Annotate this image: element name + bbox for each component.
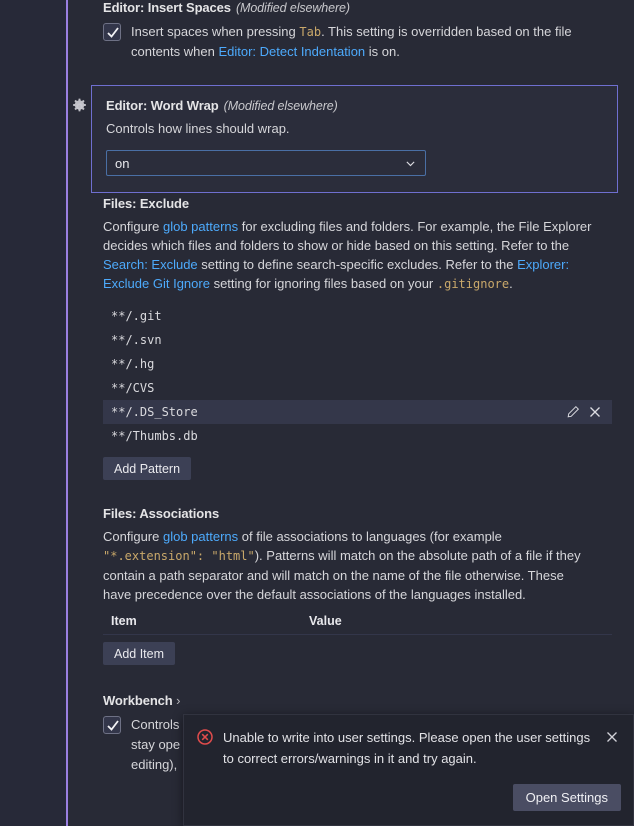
breadcrumb-separator: ›: [176, 693, 181, 708]
inline-link[interactable]: Editor: Detect Indentation: [218, 44, 365, 59]
inline-text: of file associations to languages (for e…: [238, 529, 502, 544]
inline-code: .gitignore: [436, 277, 510, 291]
chevron-down-icon: [406, 160, 415, 166]
notification-toast[interactable]: Unable to write into user settings. Plea…: [183, 714, 634, 826]
exclude-pattern-value: **/.hg: [111, 357, 155, 371]
add-item-button[interactable]: Add Item: [103, 642, 176, 665]
setting-title-text: Workbench: [103, 693, 173, 708]
setting-files-associations[interactable]: Files: Associations Configure glob patte…: [68, 506, 634, 665]
toast-message: Unable to write into user settings. Plea…: [223, 730, 591, 766]
files-associations-description: Configure glob patterns of file associat…: [103, 527, 595, 604]
inline-text: .: [509, 276, 513, 291]
error-circle-icon: [196, 728, 214, 746]
inline-text: Configure: [103, 529, 163, 544]
word-wrap-description: Controls how lines should wrap.: [106, 121, 290, 136]
exclude-pattern-row[interactable]: **/.DS_Store: [103, 400, 612, 424]
check-icon: [107, 720, 119, 731]
modified-elsewhere-note: (Modified elsewhere): [235, 1, 350, 15]
column-header-value: Value: [309, 614, 342, 628]
workbench-checkbox[interactable]: [103, 716, 121, 734]
left-gutter: [0, 0, 66, 826]
setting-files-exclude[interactable]: Files: Exclude Configure glob patterns f…: [68, 196, 634, 480]
inline-code: "*.extension": "html": [103, 549, 255, 563]
exclude-pattern-row[interactable]: **/Thumbs.db: [103, 424, 612, 448]
inline-text: is on.: [365, 44, 400, 59]
setting-title-text: Editor: Insert Spaces: [103, 0, 231, 15]
exclude-pattern-value: **/.git: [111, 309, 162, 323]
settings-editor-window: Editor: Insert Spaces (Modified elsewhere…: [0, 0, 634, 826]
insert-spaces-checkbox[interactable]: [103, 23, 121, 41]
setting-title: Files: Exclude: [103, 196, 190, 211]
toast-actions: Open Settings: [512, 784, 621, 811]
workbench-description-line: stay ope: [131, 737, 181, 752]
inline-link[interactable]: glob patterns: [163, 219, 238, 234]
setting-editor-insert-spaces[interactable]: Editor: Insert Spaces (Modified elsewhere…: [68, 0, 634, 62]
workbench-description-line: Controls: [131, 717, 180, 732]
setting-title: Workbench ›: [103, 693, 612, 708]
open-settings-button[interactable]: Open Settings: [512, 784, 621, 811]
exclude-pattern-value: **/.svn: [111, 333, 162, 347]
setting-editor-word-wrap[interactable]: Editor: Word Wrap (Modified elsewhere) Co…: [91, 85, 618, 193]
setting-title: Editor: Insert Spaces (Modified elsewhere…: [103, 0, 612, 15]
inline-link[interactable]: glob patterns: [163, 529, 238, 544]
setting-title-text: Editor: Word Wrap: [106, 98, 219, 113]
exclude-pattern-row[interactable]: **/.svn: [103, 328, 612, 352]
exclude-pattern-row[interactable]: **/.git: [103, 304, 612, 328]
gear-icon[interactable]: [71, 98, 88, 115]
setting-title: Files: Associations: [103, 506, 220, 521]
files-exclude-description: Configure glob patterns for excluding fi…: [103, 217, 595, 294]
associations-table[interactable]: Item Value: [103, 614, 612, 635]
edit-icon[interactable]: [564, 403, 582, 421]
inline-link[interactable]: Search: Exclude: [103, 257, 198, 272]
exclude-pattern-list[interactable]: **/.git **/.svn **/.hg **/CVS **/.DS_Store **…: [103, 304, 612, 448]
column-header-item: Item: [111, 614, 137, 628]
close-icon[interactable]: [603, 728, 621, 746]
add-pattern-button[interactable]: Add Pattern: [103, 457, 192, 480]
inline-text: setting to define search-specific exclud…: [197, 257, 518, 272]
word-wrap-select[interactable]: on: [106, 150, 426, 176]
close-icon[interactable]: [586, 403, 604, 421]
exclude-pattern-value: **/CVS: [111, 381, 155, 395]
inline-text: setting for ignoring files based on your: [209, 276, 437, 291]
exclude-pattern-value: **/.DS_Store: [111, 405, 198, 419]
table-header-row: Item Value: [103, 614, 612, 635]
inline-text: Configure: [103, 219, 163, 234]
workbench-description-line: editing),: [131, 757, 178, 772]
setting-title: Editor: Word Wrap (Modified elsewhere): [106, 98, 603, 113]
setting-checkbox-row[interactable]: Insert spaces when pressing Tab. This se…: [103, 22, 612, 62]
word-wrap-select-value: on: [115, 155, 130, 171]
exclude-pattern-row[interactable]: **/.hg: [103, 352, 612, 376]
toast-top-row: Unable to write into user settings. Plea…: [196, 727, 621, 769]
modified-elsewhere-note: (Modified elsewhere): [223, 99, 338, 113]
inline-text: Insert spaces when pressing: [131, 24, 300, 39]
exclude-pattern-row[interactable]: **/CVS: [103, 376, 612, 400]
check-icon: [107, 27, 119, 38]
exclude-pattern-value: **/Thumbs.db: [111, 429, 198, 443]
insert-spaces-description: Insert spaces when pressing Tab. This se…: [131, 22, 601, 62]
inline-code: Tab: [299, 25, 322, 39]
workbench-description: Controls stay ope editing),: [131, 715, 180, 775]
